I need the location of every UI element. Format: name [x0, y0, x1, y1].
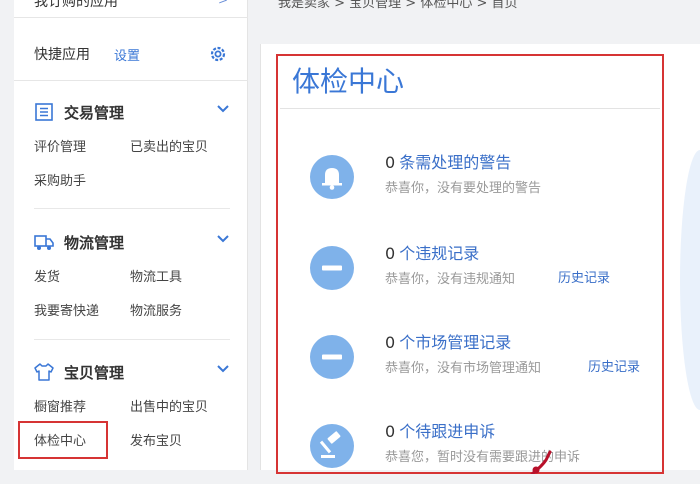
chevron-down-icon[interactable] [216, 233, 230, 245]
chevron-down-icon[interactable] [216, 103, 230, 115]
chevron-down-icon[interactable] [216, 363, 230, 375]
sidebar-link-window-recommend[interactable]: 橱窗推荐 [34, 396, 86, 415]
highlight-annotation-sidebar [18, 421, 108, 459]
document-list-icon [35, 103, 53, 121]
divider [34, 208, 230, 209]
breadcrumb: 我是卖家 > 宝贝管理 > 体检中心 > 首页 [260, 0, 700, 16]
highlight-annotation-main [276, 54, 664, 474]
sidebar-link-ship[interactable]: 发货 [34, 266, 60, 285]
quick-apps-header: 快捷应用 设置 [14, 34, 248, 81]
divider [34, 339, 230, 340]
sidebar-link-logistics-tools[interactable]: 物流工具 [130, 266, 182, 285]
sidebar-section-header[interactable]: 物流管理 [34, 231, 234, 255]
quick-apps-title: 快捷应用 [34, 47, 90, 63]
sidebar-item-my-apps[interactable]: 我订购的应用 > [14, 0, 248, 18]
gear-icon[interactable] [208, 44, 228, 64]
section-title: 交易管理 [64, 104, 125, 122]
annotation-arrow-icon [530, 450, 552, 474]
section-title: 宝贝管理 [64, 364, 125, 382]
sidebar-link-items-on-sale[interactable]: 出售中的宝贝 [130, 396, 208, 415]
sidebar-section-header[interactable]: 交易管理 [34, 101, 234, 125]
section-title: 物流管理 [64, 234, 125, 252]
sidebar-link-reviews[interactable]: 评价管理 [34, 136, 86, 155]
sidebar-link-purchase-assistant[interactable]: 采购助手 [34, 170, 86, 189]
sidebar-link-logistics-service[interactable]: 物流服务 [130, 300, 182, 319]
sidebar-link-send-express[interactable]: 我要寄快递 [34, 300, 99, 319]
chevron-right-icon: > [218, 0, 229, 7]
sidebar: 我订购的应用 > 快捷应用 设置 交易管理 评价管理 已卖出的宝贝 采购助手 物… [14, 0, 248, 470]
sidebar-link-publish-item[interactable]: 发布宝贝 [130, 430, 182, 449]
truck-icon [34, 235, 54, 250]
sidebar-item-label: 我订购的应用 [34, 0, 118, 10]
breadcrumb-text[interactable]: 我是卖家 > 宝贝管理 > 体检中心 > 首页 [278, 0, 517, 11]
sidebar-link-sold-items[interactable]: 已卖出的宝贝 [130, 136, 208, 155]
quick-apps-settings-link[interactable]: 设置 [114, 45, 140, 64]
tshirt-icon [34, 363, 54, 381]
sidebar-section-header[interactable]: 宝贝管理 [34, 361, 234, 385]
